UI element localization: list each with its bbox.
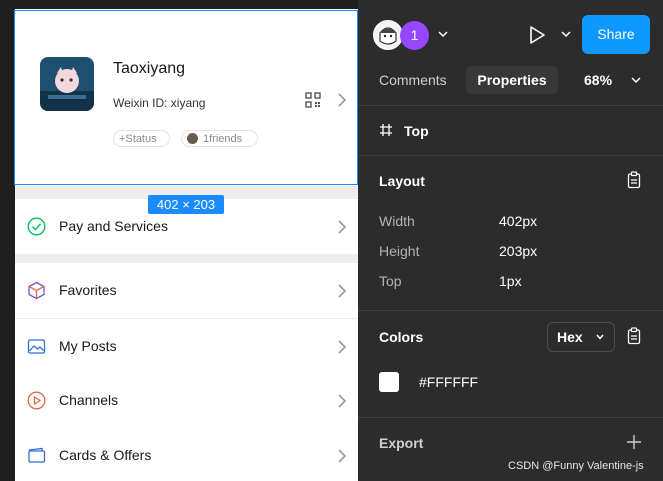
menu-item-label: Favorites [59, 282, 117, 298]
color-swatch[interactable] [379, 372, 399, 392]
chevron-right-icon [338, 449, 347, 463]
friends-pill[interactable]: 1friends [181, 130, 258, 147]
wechat-me-frame[interactable]: Taoxiyang Weixin ID: xiyang +Status 1fri… [15, 9, 358, 481]
profile-chevron-right-icon[interactable] [337, 93, 347, 107]
tab-comments[interactable]: Comments [379, 72, 447, 88]
favorites-icon [28, 281, 45, 300]
chevron-right-icon [338, 340, 347, 354]
menu-item-label: My Posts [59, 338, 117, 354]
export-section-title: Export [379, 435, 424, 451]
chevron-right-icon [338, 394, 347, 408]
my-posts-icon [27, 339, 46, 354]
present-play-icon[interactable] [528, 25, 546, 45]
chevron-down-icon[interactable] [438, 30, 448, 38]
height-value[interactable]: 203px [499, 243, 537, 259]
layout-section-title: Layout [379, 173, 425, 189]
pay-services-icon [27, 217, 46, 236]
channels-icon [27, 391, 46, 410]
height-label: Height [379, 243, 420, 259]
menu-item-my-posts[interactable]: My Posts [15, 319, 358, 374]
weixin-id: Weixin ID: xiyang [113, 96, 206, 110]
color-hex-value[interactable]: #FFFFFF [419, 374, 478, 390]
menu-item-label: Channels [59, 392, 119, 408]
status-pill-label: +Status [119, 132, 157, 145]
menu-item-channels[interactable]: Channels [15, 373, 358, 428]
copy-layout-clipboard-icon[interactable] [627, 171, 641, 189]
watermark: CSDN @Funny Valentine-js [508, 460, 644, 472]
menu-item-cards-offers[interactable]: Cards & Offers [15, 428, 358, 481]
menu-item-label: Pay and Services [59, 218, 168, 234]
divider [358, 105, 663, 106]
color-format-value: Hex [557, 329, 583, 345]
cards-offers-icon [28, 447, 46, 463]
menu-item-favorites[interactable]: Favorites [15, 263, 358, 318]
zoom-chevron-icon[interactable] [631, 76, 641, 84]
top-label: Top [379, 273, 402, 289]
divider [358, 417, 663, 418]
divider [358, 155, 663, 156]
status-pill[interactable]: +Status [113, 130, 170, 147]
copy-colors-clipboard-icon[interactable] [627, 327, 641, 345]
user-avatar[interactable] [373, 20, 403, 50]
friend-avatar-icon [187, 133, 198, 144]
design-canvas[interactable]: Taoxiyang Weixin ID: xiyang +Status 1fri… [0, 0, 358, 481]
zoom-level[interactable]: 68% [584, 72, 612, 88]
profile-nickname: Taoxiyang [113, 60, 186, 77]
profile-card[interactable]: Taoxiyang Weixin ID: xiyang +Status 1fri… [15, 9, 358, 186]
top-value[interactable]: 1px [499, 273, 522, 289]
qr-code-icon[interactable] [305, 92, 321, 108]
dimension-badge: 402 × 203 [148, 195, 224, 214]
collaborator-count-badge[interactable]: 1 [400, 21, 429, 50]
width-value[interactable]: 402px [499, 213, 537, 229]
chevron-right-icon [338, 284, 347, 298]
menu-item-label: Cards & Offers [59, 447, 152, 463]
divider [358, 310, 663, 311]
frame-icon [380, 124, 392, 136]
properties-panel: 1 Share Comments Properties 68% Top Layo… [358, 0, 663, 481]
chevron-right-icon [338, 220, 347, 234]
profile-avatar[interactable] [40, 57, 94, 111]
chevron-down-icon [596, 334, 604, 340]
frame-name[interactable]: Top [404, 123, 429, 139]
share-button[interactable]: Share [582, 15, 650, 54]
friends-pill-label: 1friends [203, 132, 243, 145]
present-options-chevron-icon[interactable] [561, 30, 571, 38]
width-label: Width [379, 213, 415, 229]
add-export-plus-icon[interactable] [626, 434, 642, 450]
color-format-select[interactable]: Hex [547, 322, 615, 352]
colors-section-title: Colors [379, 329, 424, 345]
tab-properties[interactable]: Properties [466, 66, 558, 94]
